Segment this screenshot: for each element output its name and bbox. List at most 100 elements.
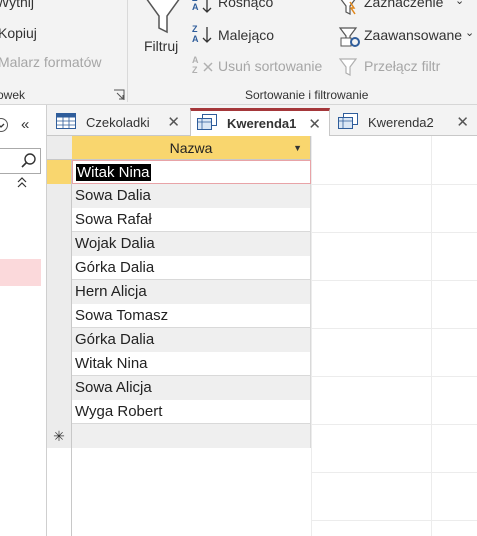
selection-button[interactable]: Zaznaczenie ⌄: [338, 0, 473, 16]
table-cell[interactable]: Witak Nina: [72, 352, 311, 376]
record-selector[interactable]: [47, 184, 72, 208]
new-record-icon: ✳: [53, 428, 65, 444]
table-row[interactable]: Sowa Rafał: [47, 208, 311, 232]
document-tab-bar: Czekoladki ✕ Kwerenda1 ✕ Kwerenda2 ✕: [47, 105, 477, 136]
column-dropdown-icon[interactable]: ▼: [293, 136, 302, 160]
table-row[interactable]: Wojak Dalia: [47, 232, 311, 256]
sort-filter-group-label: Sortowanie i filtrowanie: [245, 88, 369, 102]
nav-search-input[interactable]: [0, 148, 41, 174]
cut-button[interactable]: Wytnij: [0, 0, 34, 10]
tab-czekoladki-label: Czekoladki: [86, 115, 150, 130]
table-row[interactable]: Górka Dalia: [47, 328, 311, 352]
table-cell[interactable]: [72, 424, 311, 448]
sort-ascending-icon: ZA: [192, 0, 216, 16]
query-icon: [197, 114, 217, 133]
dialog-launcher-icon[interactable]: [113, 88, 125, 100]
grid-line: [311, 376, 477, 377]
table-cell[interactable]: Górka Dalia: [72, 328, 311, 352]
record-selector[interactable]: [47, 256, 72, 280]
table-cell[interactable]: Sowa Dalia: [72, 184, 311, 208]
grid-line: [311, 184, 477, 185]
table-row[interactable]: Sowa Dalia: [47, 184, 311, 208]
table-cell[interactable]: Górka Dalia: [72, 256, 311, 280]
record-selector[interactable]: [47, 280, 72, 304]
tab-kwerenda1[interactable]: Kwerenda1 ✕: [190, 108, 330, 136]
table-cell[interactable]: Sowa Tomasz: [72, 304, 311, 328]
record-selector[interactable]: [47, 304, 72, 328]
advanced-chevron-down-icon: ⌄: [465, 27, 475, 39]
close-icon[interactable]: ✕: [308, 115, 321, 133]
query-icon: [338, 113, 358, 132]
filter-funnel-icon: [144, 0, 182, 39]
column-header-nazwa[interactable]: Nazwa ▼: [72, 136, 311, 160]
nav-menu-chevron-icon[interactable]: [0, 118, 8, 132]
table-row[interactable]: Wyga Robert: [47, 400, 311, 424]
clipboard-group-label: owek: [0, 88, 26, 102]
remove-sort-button[interactable]: AZ Usuń sortowanie: [192, 55, 332, 77]
grid-line: [311, 520, 477, 521]
filter-button[interactable]: Filtruj: [138, 0, 186, 60]
tab-kwerenda1-label: Kwerenda1: [227, 116, 297, 131]
format-painter-button[interactable]: Malarz formatów: [0, 54, 101, 70]
sort-ascending-label: Rosnąco: [218, 0, 274, 10]
record-selector[interactable]: [47, 376, 72, 400]
advanced-filter-icon: [338, 26, 362, 51]
tab-czekoladki[interactable]: Czekoladki ✕: [50, 109, 188, 136]
sort-ascending-button[interactable]: ZA Rosnąco: [192, 0, 292, 16]
record-selector[interactable]: [47, 208, 72, 232]
advanced-button[interactable]: Zaawansowane ⌄: [338, 24, 475, 47]
datasheet: Nazwa ▼ Witak Nina Sowa Dalia Sowa Rafał…: [47, 136, 477, 536]
remove-sort-label: Usuń sortowanie: [218, 58, 323, 74]
record-selector[interactable]: [47, 232, 72, 256]
advanced-label: Zaawansowane: [364, 27, 463, 43]
table-cell[interactable]: Hern Alicja: [72, 280, 311, 304]
toggle-filter-button[interactable]: Przełącz filtr: [338, 55, 473, 77]
grid-line: [311, 328, 477, 329]
new-record-selector[interactable]: ✳: [47, 424, 72, 448]
grid-line: [311, 280, 477, 281]
table-row[interactable]: Górka Dalia: [47, 256, 311, 280]
sort-descending-icon: ZA: [192, 24, 216, 46]
cell-text: Witak Nina: [76, 164, 151, 181]
table-cell[interactable]: Wojak Dalia: [72, 232, 311, 256]
filter-label: Filtruj: [144, 38, 179, 54]
select-all-corner[interactable]: [47, 136, 72, 160]
table-row[interactable]: Hern Alicja: [47, 280, 311, 304]
collapse-nav-icon[interactable]: «: [21, 116, 29, 133]
selection-chevron-down-icon: ⌄: [455, 0, 465, 7]
toggle-filter-icon: [338, 57, 360, 80]
record-selector[interactable]: [47, 400, 72, 424]
tab-kwerenda2[interactable]: Kwerenda2 ✕: [332, 109, 477, 136]
record-selector[interactable]: [47, 160, 72, 184]
copy-button[interactable]: Kopiuj: [0, 25, 37, 41]
table-icon: [56, 113, 76, 132]
expand-group-icon[interactable]: [17, 176, 27, 193]
table-row[interactable]: Sowa Alicja: [47, 376, 311, 400]
close-icon[interactable]: ✕: [456, 113, 469, 131]
table-cell[interactable]: Sowa Alicja: [72, 376, 311, 400]
record-selector[interactable]: [47, 352, 72, 376]
sort-descending-label: Malejąco: [218, 27, 275, 43]
search-icon[interactable]: [20, 152, 38, 173]
selection-filter-icon: [338, 0, 360, 19]
new-record-row[interactable]: ✳: [47, 424, 311, 448]
table-row[interactable]: Witak Nina: [47, 352, 311, 376]
grid-line: [431, 136, 432, 536]
ribbon-separator: [127, 0, 128, 102]
close-icon[interactable]: ✕: [167, 113, 180, 131]
table-row[interactable]: Witak Nina: [47, 160, 311, 184]
table-cell[interactable]: Sowa Rafał: [72, 208, 311, 232]
format-painter-label: Malarz formatów: [0, 54, 102, 70]
nav-selected-item[interactable]: [0, 259, 41, 286]
sort-descending-button[interactable]: ZA Malejąco: [192, 24, 292, 46]
record-selector[interactable]: [47, 328, 72, 352]
table-cell[interactable]: Wyga Robert: [72, 400, 311, 424]
toggle-filter-label: Przełącz filtr: [364, 58, 441, 74]
navigation-pane: «: [0, 105, 47, 536]
table-row[interactable]: Sowa Tomasz: [47, 304, 311, 328]
column-header-label: Nazwa: [169, 140, 213, 156]
copy-label: Kopiuj: [0, 25, 37, 41]
cut-label: Wytnij: [0, 0, 34, 10]
table-cell[interactable]: Witak Nina: [72, 160, 311, 184]
tab-kwerenda2-label: Kwerenda2: [368, 115, 434, 130]
